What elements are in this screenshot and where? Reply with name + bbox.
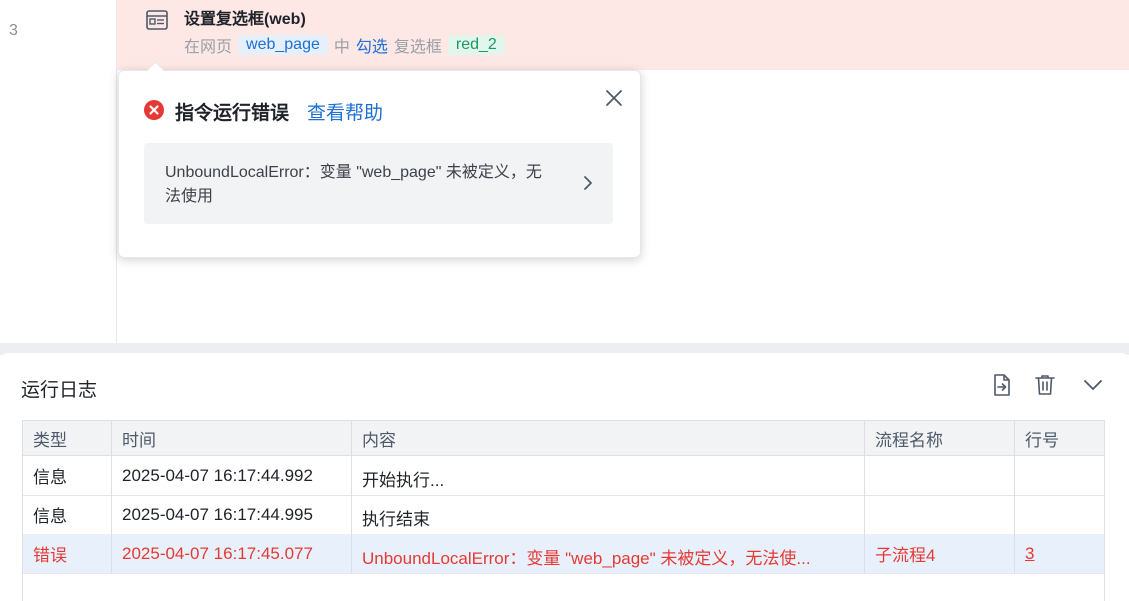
log-type: 错误 (33, 546, 67, 565)
chevron-right-icon[interactable] (581, 174, 595, 192)
table-row-error[interactable]: 错误 2025-04-07 16:17:45.077 UnboundLocalE… (23, 534, 1104, 574)
error-message: UnboundLocalError：变量 "web_page" 未被定义，无法使… (165, 164, 542, 205)
column-header-time[interactable]: 时间 (111, 421, 351, 455)
column-header-flow-name[interactable]: 流程名称 (864, 421, 1014, 455)
flow-editor: 3 设置复选框(web) 在网页 web_page 中 勾选 复选框 red_2… (0, 0, 1129, 343)
help-link[interactable]: 查看帮助 (307, 98, 383, 125)
element-tag[interactable]: red_2 (447, 35, 505, 55)
error-detail-box[interactable]: UnboundLocalError：变量 "web_page" 未被定义，无法使… (144, 143, 613, 224)
table-row[interactable]: 信息 2025-04-07 16:17:44.995 执行结束 (23, 495, 1104, 535)
log-time: 2025-04-07 16:17:44.992 (111, 456, 351, 495)
desc-prefix: 在网页 (184, 39, 233, 56)
column-header-type[interactable]: 类型 (23, 421, 111, 455)
trash-icon[interactable] (1033, 373, 1057, 397)
step-row-error[interactable]: 设置复选框(web) 在网页 web_page 中 勾选 复选框 red_2 (117, 0, 1129, 70)
table-header: 类型 时间 内容 流程名称 行号 (23, 421, 1104, 456)
log-flow-name: 子流程4 (864, 534, 1014, 573)
error-circle-icon (144, 100, 164, 120)
log-type: 信息 (33, 468, 67, 487)
web-page-variable-tag[interactable]: web_page (238, 35, 328, 55)
column-header-content[interactable]: 内容 (351, 421, 864, 455)
popup-title: 指令运行错误 (175, 103, 290, 124)
close-icon[interactable] (603, 87, 625, 109)
step-description: 在网页 web_page 中 勾选 复选框 red_2 (184, 33, 505, 57)
error-popup: 指令运行错误 查看帮助 UnboundLocalError：变量 "web_pa… (118, 61, 641, 258)
log-content: 执行结束 (351, 495, 864, 534)
chevron-down-icon[interactable] (1081, 373, 1105, 397)
table-row[interactable]: 信息 2025-04-07 16:17:44.992 开始执行... (23, 456, 1104, 496)
browser-checkbox-icon (146, 10, 168, 30)
log-content: 开始执行... (351, 456, 864, 495)
log-line-cell: 3 (1014, 534, 1104, 573)
log-flow-name (864, 456, 1014, 495)
log-content: UnboundLocalError：变量 "web_page" 未被定义，无法使… (351, 534, 864, 573)
line-gutter: 3 (0, 0, 117, 343)
action-keyword[interactable]: 勾选 (356, 33, 388, 57)
export-icon[interactable] (990, 373, 1014, 397)
log-type: 信息 (33, 507, 67, 526)
desc-object: 复选框 (393, 39, 442, 56)
desc-mid: 中 (333, 39, 350, 56)
log-line-number (1014, 456, 1104, 495)
column-header-line-number[interactable]: 行号 (1014, 421, 1104, 455)
line-number-link[interactable]: 3 (1025, 544, 1034, 564)
log-flow-name (864, 495, 1014, 534)
line-number: 3 (9, 22, 18, 39)
run-log-panel: 运行日志 类型 时间 内容 流程名称 行号 信息 2025-04-07 16:1… (0, 353, 1129, 601)
log-title: 运行日志 (21, 380, 98, 401)
log-line-number (1014, 495, 1104, 534)
log-time: 2025-04-07 16:17:45.077 (111, 534, 351, 573)
log-time: 2025-04-07 16:17:44.995 (111, 495, 351, 534)
log-table: 类型 时间 内容 流程名称 行号 信息 2025-04-07 16:17:44.… (22, 420, 1105, 601)
step-title: 设置复选框(web) (184, 11, 306, 28)
